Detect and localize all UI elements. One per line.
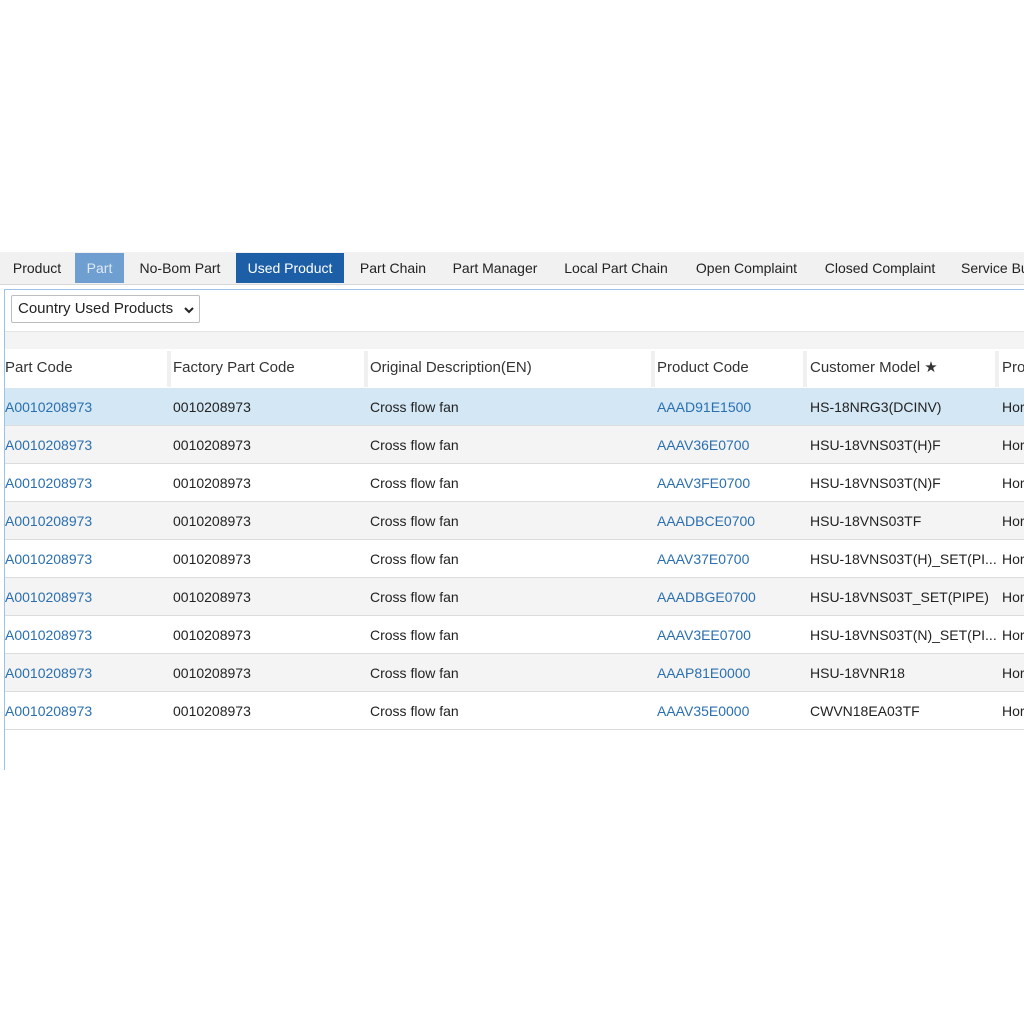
header-product-code[interactable]: Product Code (657, 349, 801, 388)
header-factory-part-code[interactable]: Factory Part Code (173, 349, 363, 388)
table-row[interactable]: A0010208973 0010208973 Cross flow fan AAAV3… (5, 464, 1024, 502)
header-pro[interactable]: Pro (1002, 349, 1024, 388)
cell-factory-part-code: 0010208973 (173, 589, 251, 605)
cell-factory-part-code: 0010208973 (173, 475, 251, 491)
tab-open-complaint[interactable]: Open Complaint (683, 253, 810, 283)
cell-part-code[interactable]: A0010208973 (5, 502, 165, 539)
select-value: Country Used Products (18, 300, 174, 317)
tab-bar: Product Part No-Bom Part Used Product Pa… (0, 252, 1024, 285)
tab-closed-complaint[interactable]: Closed Complaint (810, 253, 950, 283)
cell-customer-model: HSU-18VNS03T(N)_SET(PI... (810, 627, 997, 643)
column-resize-handle[interactable] (995, 351, 999, 387)
tab-part-manager[interactable]: Part Manager (441, 253, 549, 283)
page: Product Part No-Bom Part Used Product Pa… (0, 0, 1024, 1024)
cell-customer-model: HSU-18VNS03TF (810, 513, 922, 529)
cell-customer-model: CWVN18EA03TF (810, 703, 920, 719)
cell-pro: Hor (1002, 627, 1024, 643)
cell-product-code[interactable]: AAADBCE0700 (657, 502, 801, 539)
cell-description: Cross flow fan (370, 475, 459, 491)
table-row[interactable]: A0010208973 0010208973 Cross flow fan AAAV3… (5, 426, 1024, 464)
cell-pro: Hor (1002, 437, 1024, 453)
table-row[interactable]: A0010208973 0010208973 Cross flow fan AAAV3… (5, 540, 1024, 578)
cell-pro: Hor (1002, 399, 1024, 415)
cell-description: Cross flow fan (370, 589, 459, 605)
cell-customer-model: HSU-18VNR18 (810, 665, 905, 681)
header-original-description[interactable]: Original Description(EN) (370, 349, 650, 388)
cell-part-code[interactable]: A0010208973 (5, 540, 165, 577)
cell-part-code[interactable]: A0010208973 (5, 692, 165, 729)
cell-part-code[interactable]: A0010208973 (5, 616, 165, 653)
tab-product[interactable]: Product (0, 253, 74, 283)
cell-factory-part-code: 0010208973 (173, 551, 251, 567)
cell-product-code[interactable]: AAAV36E0700 (657, 426, 801, 463)
cell-description: Cross flow fan (370, 513, 459, 529)
cell-product-code[interactable]: AAAV37E0700 (657, 540, 801, 577)
cell-part-code[interactable]: A0010208973 (5, 578, 165, 615)
column-resize-handle[interactable] (803, 351, 807, 387)
table-row[interactable]: A0010208973 0010208973 Cross flow fan AAADB… (5, 502, 1024, 540)
tab-service-bu[interactable]: Service Bu (950, 253, 1024, 283)
cell-customer-model: HS-18NRG3(DCINV) (810, 399, 942, 415)
cell-factory-part-code: 0010208973 (173, 399, 251, 415)
cell-product-code[interactable]: AAAD91E1500 (657, 388, 801, 425)
cell-factory-part-code: 0010208973 (173, 513, 251, 529)
cell-product-code[interactable]: AAAV35E0000 (657, 692, 801, 729)
cell-description: Cross flow fan (370, 665, 459, 681)
cell-part-code[interactable]: A0010208973 (5, 654, 165, 691)
cell-part-code[interactable]: A0010208973 (5, 426, 165, 463)
header-customer-model[interactable]: Customer Model ★ (810, 349, 994, 388)
cell-description: Cross flow fan (370, 703, 459, 719)
cell-product-code[interactable]: AAADBGE0700 (657, 578, 801, 615)
tab-no-bom-part[interactable]: No-Bom Part (125, 253, 235, 283)
cell-customer-model: HSU-18VNS03T(N)F (810, 475, 941, 491)
chevron-down-icon (183, 296, 195, 322)
cell-product-code[interactable]: AAAV3EE0700 (657, 616, 801, 653)
table-row[interactable]: A0010208973 0010208973 Cross flow fan AAAV3… (5, 616, 1024, 654)
tab-part-chain[interactable]: Part Chain (345, 253, 441, 283)
table-row[interactable]: A0010208973 0010208973 Cross flow fan AAAD9… (5, 388, 1024, 426)
cell-product-code[interactable]: AAAV3FE0700 (657, 464, 801, 501)
cell-description: Cross flow fan (370, 437, 459, 453)
toolbar-band (5, 331, 1024, 350)
cell-product-code[interactable]: AAAP81E0000 (657, 654, 801, 691)
cell-pro: Hor (1002, 513, 1024, 529)
cell-description: Cross flow fan (370, 551, 459, 567)
cell-customer-model: HSU-18VNS03T(H)_SET(PI... (810, 551, 997, 567)
header-part-code[interactable]: Part Code (5, 349, 165, 388)
cell-factory-part-code: 0010208973 (173, 703, 251, 719)
cell-part-code[interactable]: A0010208973 (5, 388, 165, 425)
column-resize-handle[interactable] (651, 351, 655, 387)
cell-pro: Hor (1002, 703, 1024, 719)
column-resize-handle[interactable] (364, 351, 368, 387)
cell-description: Cross flow fan (370, 399, 459, 415)
tab-used-product[interactable]: Used Product (236, 253, 344, 283)
table-row[interactable]: A0010208973 0010208973 Cross flow fan AAAV3… (5, 692, 1024, 730)
table-header: Part Code Factory Part Code Original Des… (5, 349, 1024, 389)
used-products-select[interactable]: Country Used Products (11, 295, 200, 323)
cell-factory-part-code: 0010208973 (173, 437, 251, 453)
cell-customer-model: HSU-18VNS03T_SET(PIPE) (810, 589, 989, 605)
cell-customer-model: HSU-18VNS03T(H)F (810, 437, 941, 453)
cell-factory-part-code: 0010208973 (173, 665, 251, 681)
cell-part-code[interactable]: A0010208973 (5, 464, 165, 501)
cell-pro: Hor (1002, 551, 1024, 567)
tab-part: Part (75, 253, 124, 283)
cell-pro: Hor (1002, 665, 1024, 681)
cell-description: Cross flow fan (370, 627, 459, 643)
cell-pro: Hor (1002, 475, 1024, 491)
tab-local-part-chain[interactable]: Local Part Chain (549, 253, 683, 283)
cell-pro: Hor (1002, 589, 1024, 605)
column-resize-handle[interactable] (167, 351, 171, 387)
cell-factory-part-code: 0010208973 (173, 627, 251, 643)
table-row[interactable]: A0010208973 0010208973 Cross flow fan AAAP8… (5, 654, 1024, 692)
table-row[interactable]: A0010208973 0010208973 Cross flow fan AAADB… (5, 578, 1024, 616)
